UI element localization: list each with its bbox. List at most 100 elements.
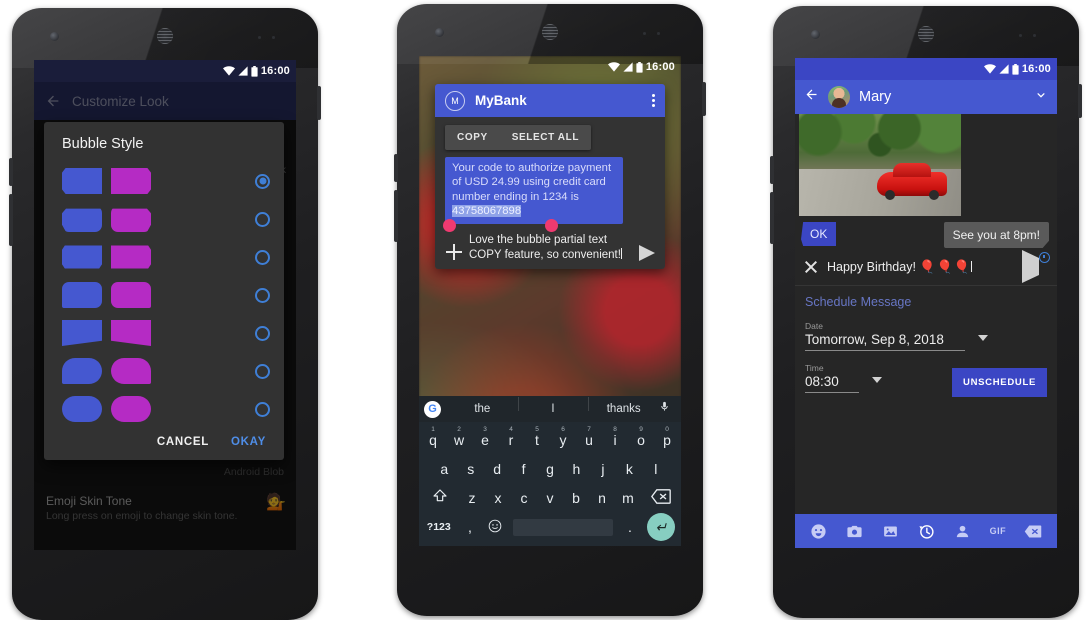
- incoming-message-bubble[interactable]: Your code to authorize payment of USD 24…: [445, 157, 623, 225]
- key-h[interactable]: h: [563, 461, 589, 477]
- message-input[interactable]: Happy Birthday! 🎈🎈🎈: [827, 259, 1013, 275]
- plus-icon[interactable]: [445, 243, 463, 261]
- key-p[interactable]: 0p: [654, 426, 680, 448]
- person-icon[interactable]: [954, 522, 972, 540]
- shift-icon[interactable]: [420, 488, 459, 507]
- unschedule-button[interactable]: UNSCHEDULE: [952, 368, 1047, 397]
- volume-down-button[interactable]: [394, 190, 398, 242]
- key-label: o: [637, 431, 645, 448]
- radio-slanted[interactable]: [255, 325, 270, 341]
- radio-rounded-tail[interactable]: [255, 211, 270, 227]
- sensor-dots: [258, 36, 288, 40]
- emoji-icon[interactable]: [483, 519, 508, 536]
- caret-down-icon[interactable]: [872, 377, 883, 383]
- enter-key[interactable]: ↵: [643, 513, 681, 541]
- okay-button[interactable]: OKAY: [231, 436, 266, 448]
- key-o[interactable]: 9o: [628, 426, 654, 448]
- key-i[interactable]: 8i: [602, 426, 628, 448]
- key-x[interactable]: x: [485, 490, 511, 506]
- key-y[interactable]: 6y: [550, 426, 576, 448]
- bubble-style-option-rounded-tail[interactable]: [44, 200, 284, 238]
- key-d[interactable]: d: [484, 461, 510, 477]
- key-t[interactable]: 5t: [524, 426, 550, 448]
- power-button[interactable]: [702, 82, 706, 116]
- key-n[interactable]: n: [589, 490, 615, 506]
- gif-icon[interactable]: GIF: [990, 522, 1007, 540]
- photo-attachment[interactable]: [799, 114, 961, 216]
- key-g[interactable]: g: [537, 461, 563, 477]
- bubble-style-option-soft-corner[interactable]: [44, 276, 284, 314]
- volume-up-button[interactable]: [770, 156, 774, 184]
- send-scheduled-icon[interactable]: [1022, 250, 1050, 283]
- emoji-icon[interactable]: [810, 522, 828, 540]
- space-key[interactable]: [512, 518, 613, 536]
- key-k[interactable]: k: [616, 461, 642, 477]
- volume-down-button[interactable]: [770, 192, 774, 244]
- volume-down-button[interactable]: [9, 194, 13, 246]
- radio-speech-tail[interactable]: [255, 363, 270, 379]
- chevron-down-icon[interactable]: [1034, 88, 1048, 107]
- key-u[interactable]: 7u: [576, 426, 602, 448]
- radio-pill[interactable]: [255, 401, 270, 417]
- key-q[interactable]: 1q: [420, 426, 446, 448]
- gallery-icon[interactable]: [882, 522, 900, 540]
- key-a[interactable]: a: [431, 461, 457, 477]
- selection-handle-start[interactable]: [443, 219, 456, 233]
- key-f[interactable]: f: [510, 461, 536, 477]
- key-z[interactable]: z: [459, 490, 485, 506]
- bubble-style-option-tapered[interactable]: [44, 162, 284, 200]
- phone3-top-bezel: [773, 6, 1079, 58]
- heads-up-notification[interactable]: M MyBank COPY SELECT ALL Your code to au…: [435, 84, 665, 270]
- close-box-icon[interactable]: [1024, 522, 1042, 540]
- cancel-button[interactable]: CANCEL: [157, 436, 209, 448]
- avatar[interactable]: [828, 86, 850, 108]
- bubble-style-option-slanted[interactable]: [44, 314, 284, 352]
- reply-input[interactable]: Love the bubble partial text COPY featur…: [469, 233, 633, 263]
- period-key[interactable]: .: [618, 519, 643, 535]
- select-all-menu-item[interactable]: SELECT ALL: [500, 125, 591, 150]
- more-vert-icon[interactable]: [652, 94, 655, 107]
- power-button[interactable]: [317, 86, 321, 120]
- radio-notched[interactable]: [255, 249, 270, 265]
- comma-key[interactable]: ,: [458, 519, 483, 535]
- send-icon[interactable]: [639, 245, 655, 262]
- arrow-back-icon[interactable]: [804, 87, 819, 107]
- key-l[interactable]: l: [643, 461, 669, 477]
- copy-menu-item[interactable]: COPY: [445, 125, 500, 150]
- close-icon[interactable]: [804, 260, 818, 274]
- google-logo-icon[interactable]: G: [424, 400, 441, 418]
- bubble-style-option-pill[interactable]: [44, 390, 284, 428]
- key-r[interactable]: 4r: [498, 426, 524, 448]
- key-w[interactable]: 2w: [446, 426, 472, 448]
- schedule-clock-icon[interactable]: [918, 522, 936, 540]
- bubble-style-option-speech-tail[interactable]: [44, 352, 284, 390]
- schedule-message-panel: Schedule Message Date Tomorrow, Sep 8, 2…: [795, 285, 1057, 399]
- time-field[interactable]: Time 08:30 UNSCHEDULE: [805, 363, 1047, 397]
- key-v[interactable]: v: [537, 490, 563, 506]
- suggestion-1[interactable]: the: [447, 403, 518, 415]
- volume-up-button[interactable]: [394, 154, 398, 182]
- microphone-icon[interactable]: [659, 399, 675, 419]
- radio-soft-corner[interactable]: [255, 287, 270, 303]
- key-s[interactable]: s: [457, 461, 483, 477]
- numeric-key[interactable]: ?123: [420, 521, 458, 533]
- backspace-icon[interactable]: [641, 488, 680, 507]
- radio-tapered[interactable]: [255, 173, 270, 189]
- power-button[interactable]: [1078, 84, 1082, 118]
- key-e[interactable]: 3e: [472, 426, 498, 448]
- selection-handle-end[interactable]: [545, 219, 558, 233]
- date-field[interactable]: Date Tomorrow, Sep 8, 2018: [805, 321, 1047, 351]
- outgoing-message-bubble[interactable]: See you at 8pm!: [943, 222, 1049, 248]
- camera-icon[interactable]: [846, 522, 864, 540]
- suggestion-2[interactable]: I: [517, 397, 589, 415]
- key-b[interactable]: b: [563, 490, 589, 506]
- key-c[interactable]: c: [511, 490, 537, 506]
- keyboard-row-2: a s d f g h j k l: [420, 454, 680, 483]
- volume-up-button[interactable]: [9, 158, 13, 186]
- key-j[interactable]: j: [590, 461, 616, 477]
- caret-down-icon[interactable]: [978, 335, 989, 341]
- incoming-message-bubble[interactable]: OK: [801, 222, 837, 246]
- bubble-style-option-notched[interactable]: [44, 238, 284, 276]
- key-m[interactable]: m: [615, 490, 641, 506]
- suggestion-3[interactable]: thanks: [588, 397, 659, 415]
